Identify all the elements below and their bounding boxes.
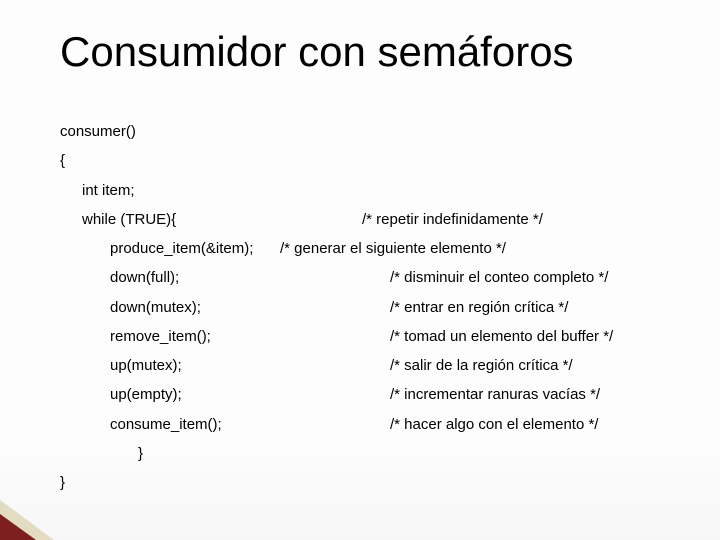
code-text: while (TRUE){: [82, 208, 362, 231]
code-comment: /* entrar en región crítica */: [390, 296, 690, 319]
code-line: while (TRUE){ /* repetir indefinidamente…: [82, 208, 690, 231]
code-text: up(mutex);: [110, 354, 390, 377]
code-line: produce_item(&item); /* generar el sigui…: [110, 237, 690, 260]
slide: Consumidor con semáforos consumer() { in…: [0, 0, 720, 540]
code-comment: /* generar el siguiente elemento */: [280, 237, 690, 260]
code-comment: /* salir de la región crítica */: [390, 354, 690, 377]
code-comment: /* incrementar ranuras vacías */: [390, 383, 690, 406]
code-text: produce_item(&item);: [110, 237, 280, 260]
code-comment: /* tomad un elemento del buffer */: [390, 325, 690, 348]
code-text: up(empty);: [110, 383, 390, 406]
code-line: consume_item(); /* hacer algo con el ele…: [110, 413, 690, 436]
code-line: {: [60, 149, 690, 172]
code-body: consumer() { int item; while (TRUE){ /* …: [60, 120, 690, 500]
code-line: up(mutex); /* salir de la región crítica…: [110, 354, 690, 377]
code-text: down(full);: [110, 266, 390, 289]
code-comment: /* repetir indefinidamente */: [362, 208, 690, 231]
code-line: }: [60, 471, 690, 494]
code-line: down(mutex); /* entrar en región crítica…: [110, 296, 690, 319]
code-line: }: [138, 442, 690, 465]
code-line: up(empty); /* incrementar ranuras vacías…: [110, 383, 690, 406]
code-line: int item;: [82, 179, 690, 202]
slide-title: Consumidor con semáforos: [60, 28, 690, 76]
code-line: consumer(): [60, 120, 690, 143]
code-comment: /* hacer algo con el elemento */: [390, 413, 690, 436]
code-text: remove_item();: [110, 325, 390, 348]
corner-decoration: [0, 500, 60, 540]
code-comment: /* disminuir el conteo completo */: [390, 266, 690, 289]
code-text: consume_item();: [110, 413, 390, 436]
code-text: down(mutex);: [110, 296, 390, 319]
code-line: down(full); /* disminuir el conteo compl…: [110, 266, 690, 289]
code-line: remove_item(); /* tomad un elemento del …: [110, 325, 690, 348]
